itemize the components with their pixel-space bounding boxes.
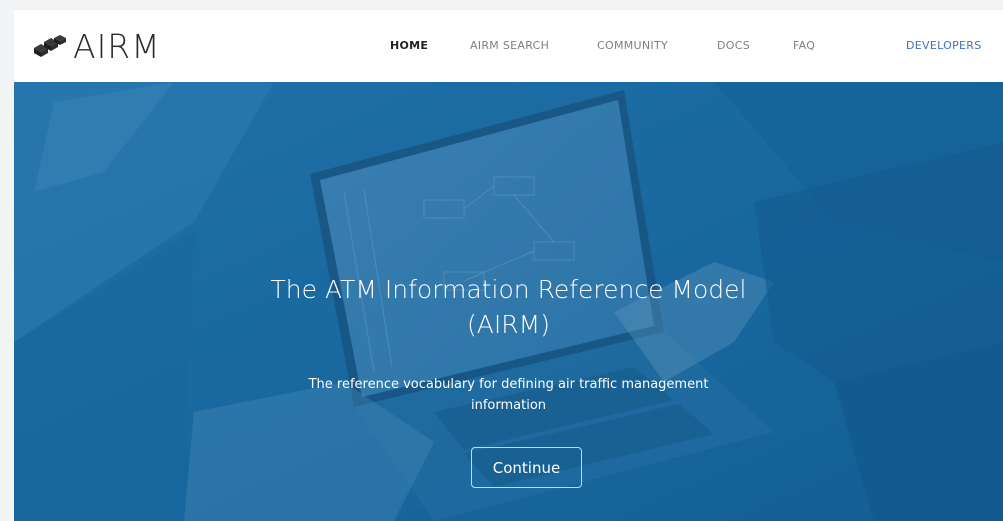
nav-community[interactable]: COMMUNITY xyxy=(597,39,668,52)
nav-faq[interactable]: FAQ xyxy=(793,39,815,52)
hero-section: The ATM Information Reference Model (AIR… xyxy=(14,82,1003,521)
hero-title-line-1: The ATM Information Reference Model xyxy=(270,275,747,304)
nav-developers[interactable]: DEVELOPERS xyxy=(906,39,982,52)
hero-title-line-2: (AIRM) xyxy=(467,310,550,339)
page: AIRM HOME AIRM SEARCH COMMUNITY DOCS FAQ… xyxy=(14,0,1003,521)
hero-subtitle-line-2: information xyxy=(470,398,547,413)
nav-home[interactable]: HOME xyxy=(390,39,428,52)
logo-text: AIRM xyxy=(73,26,161,66)
continue-button[interactable]: Continue xyxy=(471,447,582,488)
nav-docs[interactable]: DOCS xyxy=(717,39,750,52)
hero-subtitle-line-1: The reference vocabulary for defining ai… xyxy=(308,377,709,392)
airm-logo[interactable]: AIRM xyxy=(32,26,161,66)
site-header: AIRM HOME AIRM SEARCH COMMUNITY DOCS FAQ… xyxy=(14,9,1003,83)
hero-title: The ATM Information Reference Model (AIR… xyxy=(14,272,1003,342)
airm-cubes-logo-icon xyxy=(34,35,66,57)
hero-subtitle: The reference vocabulary for defining ai… xyxy=(14,374,1003,416)
nav-airm-search[interactable]: AIRM SEARCH xyxy=(470,39,549,52)
